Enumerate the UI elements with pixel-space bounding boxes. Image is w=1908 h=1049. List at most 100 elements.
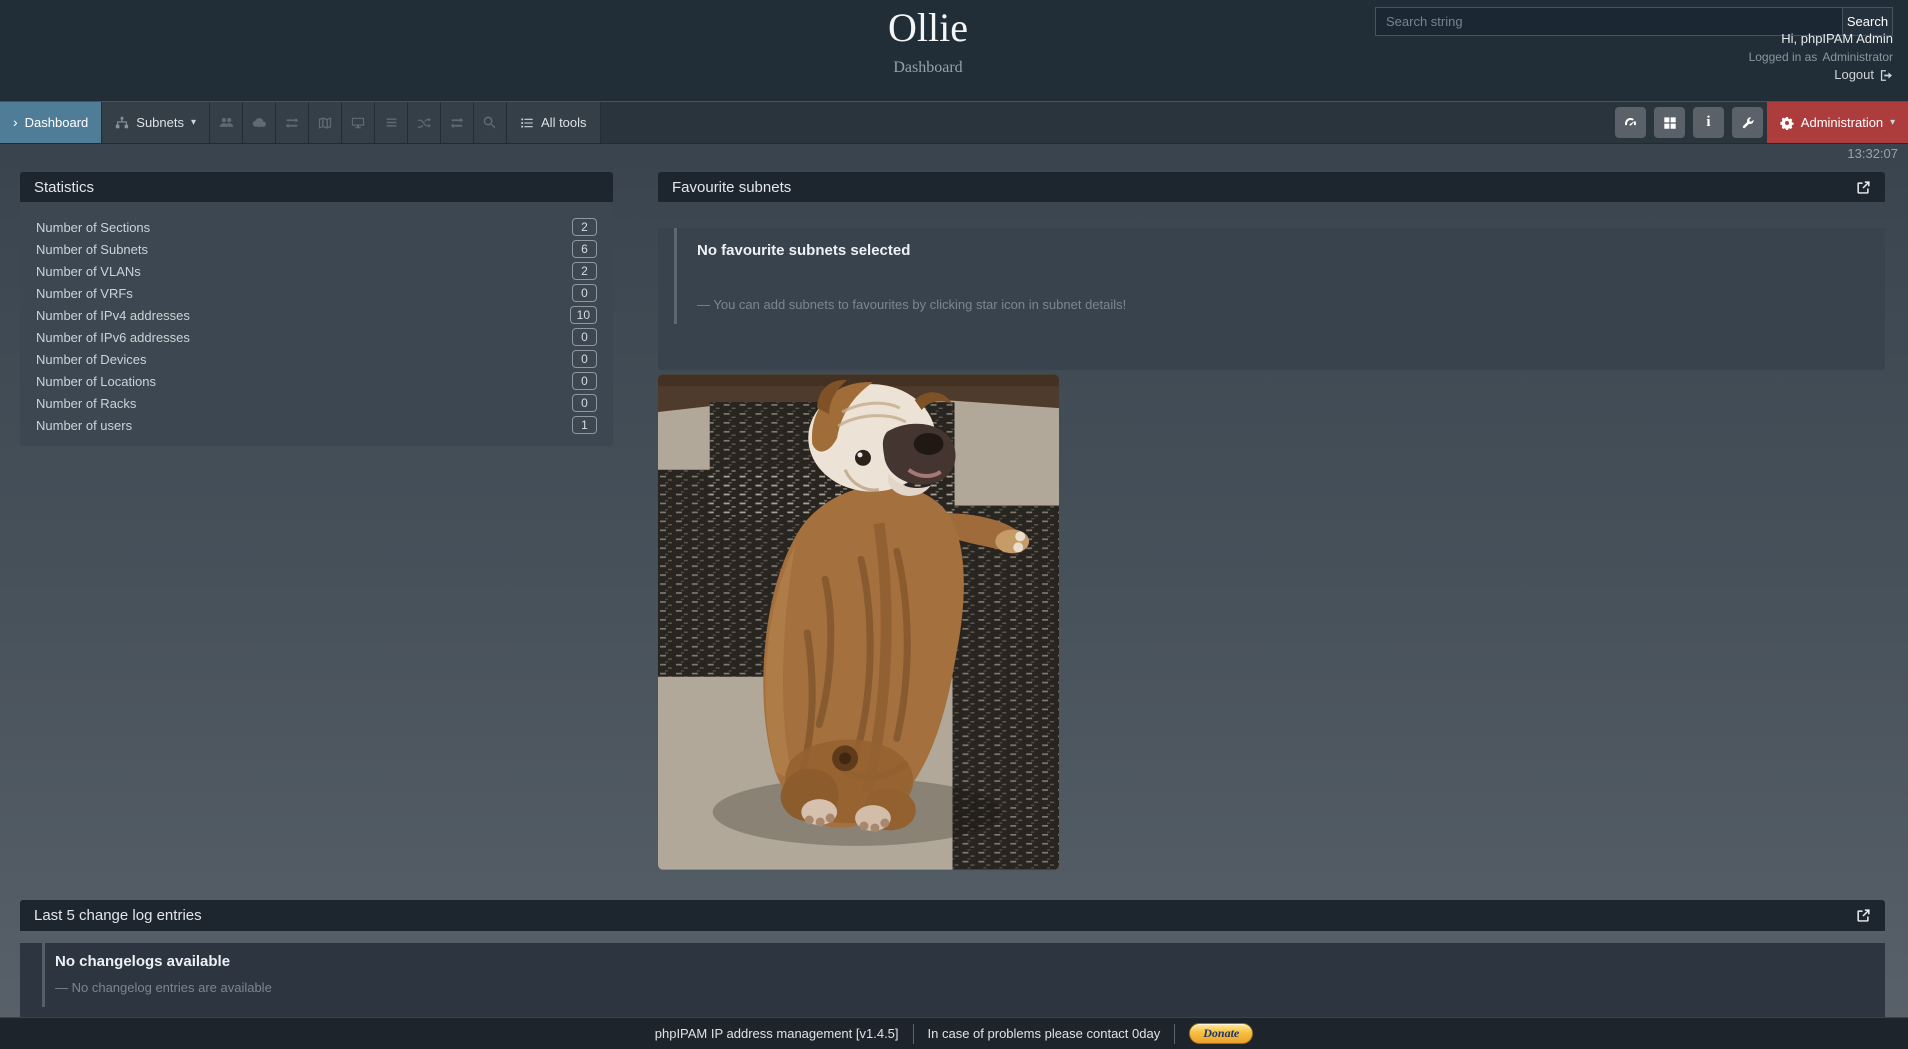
- stat-value-badge: 2: [572, 218, 597, 236]
- nav-subnets-label: Subnets: [136, 115, 184, 130]
- nav-tab-exchange[interactable]: [276, 102, 309, 143]
- administration-menu[interactable]: Administration ▾: [1767, 102, 1908, 143]
- stat-value-badge: 6: [572, 240, 597, 258]
- nav-tab-shuffle[interactable]: [408, 102, 441, 143]
- stat-label: Number of Subnets: [36, 242, 148, 257]
- gear-icon: [1780, 116, 1794, 130]
- stat-row: Number of Subnets 6: [36, 238, 597, 260]
- user-role: Administrator: [1822, 50, 1893, 64]
- shuffle-icon: [417, 116, 431, 130]
- user-greeting: Hi, phpIPAM Admin: [1749, 31, 1893, 47]
- open-favourites-button[interactable]: [1856, 180, 1871, 195]
- nav-tab-users[interactable]: [210, 102, 243, 143]
- users-icon: [219, 115, 234, 130]
- stat-row: Number of VRFs0: [36, 282, 597, 304]
- donate-button[interactable]: Donate: [1189, 1023, 1253, 1044]
- footer-divider: [913, 1024, 914, 1044]
- statistics-panel-body: Number of Sections 2 Number of Subnets 6 N…: [20, 202, 613, 446]
- stat-row: Number of users 1: [36, 414, 597, 436]
- logged-in-as: Logged in as Administrator: [1749, 49, 1893, 65]
- stat-row: Number of IPv6 addresses0: [36, 326, 597, 348]
- nav-all-tools-label: All tools: [541, 115, 587, 130]
- stat-value-badge: 1: [572, 416, 597, 434]
- tools-wrench-button[interactable]: [1732, 107, 1763, 138]
- sign-out-icon: [1880, 69, 1893, 82]
- dashboard-gauge-button[interactable]: [1615, 107, 1646, 138]
- nav-tab-all-tools[interactable]: All tools: [507, 102, 601, 143]
- cloud-icon: [252, 115, 267, 130]
- stat-label: Number of VRFs: [36, 286, 133, 301]
- favourite-subnets-header: Favourite subnets: [658, 172, 1885, 202]
- changelog-panel: Last 5 change log entries No changelogs …: [20, 900, 1885, 1029]
- stat-value-badge: 0: [572, 350, 597, 368]
- caret-down-icon: ▾: [1890, 117, 1895, 128]
- exchange-alt-icon: [450, 116, 464, 130]
- widgets-grid-button[interactable]: [1654, 107, 1685, 138]
- stat-row: Number of Racks0: [36, 392, 597, 414]
- search-icon: [483, 116, 497, 130]
- stat-value-badge: 10: [570, 306, 597, 324]
- nav-tab-subnets[interactable]: Subnets ▾: [102, 102, 210, 143]
- nav-tab-map[interactable]: [309, 102, 342, 143]
- external-link-icon: [1856, 180, 1871, 195]
- nav-tab-nat[interactable]: [441, 102, 474, 143]
- top-header: Ollie Dashboard Search Hi, phpIPAM Admin…: [0, 0, 1908, 102]
- app-version-link[interactable]: phpIPAM IP address management [v1.4.5]: [655, 1026, 899, 1041]
- chevron-right-icon: ›: [13, 116, 18, 129]
- logout-label: Logout: [1834, 67, 1874, 83]
- breadcrumb: Dashboard: [0, 59, 1856, 77]
- changelog-header: Last 5 change log entries: [20, 900, 1885, 931]
- nav-right-group: i Administration ▾: [1607, 102, 1908, 143]
- stat-row: Number of Devices 0: [36, 348, 597, 370]
- nav-tab-dashboard[interactable]: › Dashboard: [0, 102, 102, 143]
- logout-link[interactable]: Logout: [1749, 67, 1893, 83]
- map-icon: [318, 116, 332, 130]
- open-changelog-button[interactable]: [1856, 908, 1871, 923]
- favourites-empty-hint: — You can add subnets to favourites by c…: [697, 297, 1885, 312]
- statistics-panel: Statistics Number of Sections 2 Number of…: [20, 172, 613, 446]
- stat-row: Number of Sections 2: [36, 216, 597, 238]
- footer-divider: [1174, 1024, 1175, 1044]
- favourite-subnets-title: Favourite subnets: [672, 179, 791, 196]
- stat-label: Number of Locations: [36, 374, 156, 389]
- favourites-empty-note: No favourite subnets selected — You can …: [674, 228, 1885, 324]
- stat-label: Number of IPv4 addresses: [36, 308, 190, 323]
- main-nav: › Dashboard Subnets ▾: [0, 102, 1908, 144]
- stat-row: Number of VLANs 2: [36, 260, 597, 282]
- stat-label: Number of Sections: [36, 220, 150, 235]
- changelog-empty-heading: No changelogs available: [55, 953, 1885, 970]
- changelog-empty-note: No changelogs available — No changelog e…: [42, 943, 1885, 1007]
- sitemap-icon: [115, 116, 129, 130]
- stat-value-badge: 2: [572, 262, 597, 280]
- logged-in-as-label: Logged in as: [1749, 50, 1818, 64]
- administration-label: Administration: [1801, 115, 1883, 130]
- info-icon: i: [1706, 114, 1710, 131]
- exchange-icon: [285, 116, 299, 130]
- changelog-title: Last 5 change log entries: [34, 907, 202, 924]
- stat-label: Number of Devices: [36, 352, 147, 367]
- list-icon: [520, 116, 534, 130]
- nav-tab-cloud[interactable]: [243, 102, 276, 143]
- dog-photo-image: [658, 373, 1059, 871]
- stat-label: Number of VLANs: [36, 264, 141, 279]
- footer-contact-text: In case of problems please contact 0day: [928, 1026, 1161, 1041]
- wrench-icon: [1741, 116, 1755, 130]
- statistics-title: Statistics: [34, 179, 94, 196]
- info-button[interactable]: i: [1693, 107, 1724, 138]
- nav-tab-devices[interactable]: [342, 102, 375, 143]
- stat-label: Number of users: [36, 418, 132, 433]
- caret-down-icon: ▾: [191, 117, 196, 128]
- nav-tab-search[interactable]: [474, 102, 507, 143]
- stat-row: Number of IPv4 addresses 10: [36, 304, 597, 326]
- external-link-icon: [1856, 908, 1871, 923]
- nav-tab-vlans[interactable]: [375, 102, 408, 143]
- grid-icon: [1663, 116, 1677, 130]
- user-box: Hi, phpIPAM Admin Logged in as Administra…: [1749, 31, 1893, 83]
- favourites-empty-heading: No favourite subnets selected: [697, 242, 1885, 259]
- nav-dashboard-label: Dashboard: [25, 115, 89, 130]
- stat-value-badge: 0: [572, 372, 597, 390]
- footer: phpIPAM IP address management [v1.4.5] I…: [0, 1017, 1908, 1049]
- statistics-panel-header: Statistics: [20, 172, 613, 202]
- gauge-icon: [1623, 115, 1638, 130]
- stat-value-badge: 0: [572, 394, 597, 412]
